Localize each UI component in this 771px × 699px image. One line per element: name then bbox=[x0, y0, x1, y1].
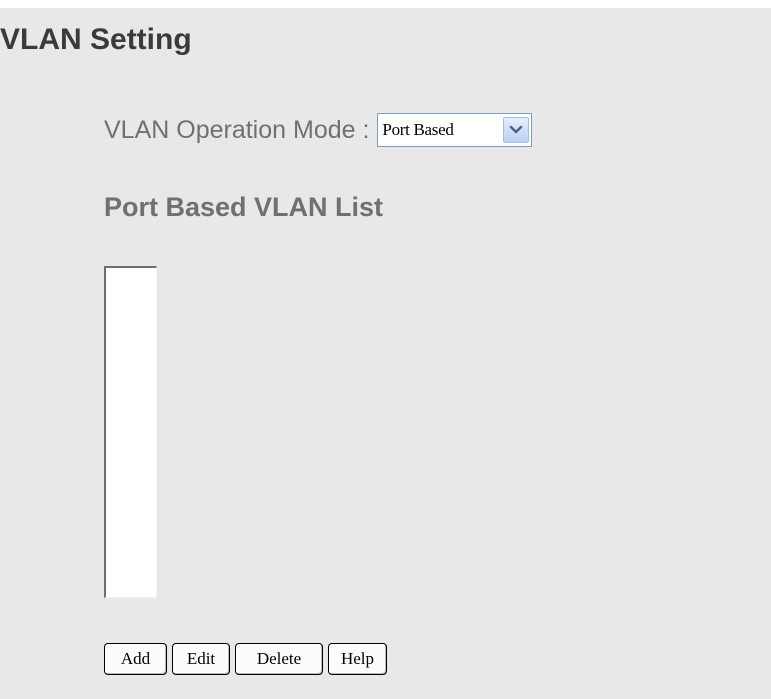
action-buttons: Add Edit Delete Help bbox=[104, 643, 387, 675]
operation-mode-label: VLAN Operation Mode : bbox=[104, 115, 370, 144]
page-title: VLAN Setting bbox=[0, 23, 192, 56]
vlan-list-box[interactable] bbox=[104, 266, 157, 598]
edit-button[interactable]: Edit bbox=[172, 643, 230, 675]
operation-mode-select[interactable]: Port Based bbox=[377, 113, 533, 147]
help-button[interactable]: Help bbox=[328, 643, 387, 675]
vlan-setting-page: VLAN Setting VLAN Operation Mode : Port … bbox=[0, 8, 771, 699]
delete-button[interactable]: Delete bbox=[235, 643, 323, 675]
operation-mode-selected-value: Port Based bbox=[382, 120, 454, 139]
add-button[interactable]: Add bbox=[104, 643, 167, 675]
operation-mode-row: VLAN Operation Mode : Port Based bbox=[104, 112, 533, 148]
chevron-down-icon[interactable] bbox=[503, 117, 530, 143]
vlan-list-title: Port Based VLAN List bbox=[104, 192, 384, 222]
